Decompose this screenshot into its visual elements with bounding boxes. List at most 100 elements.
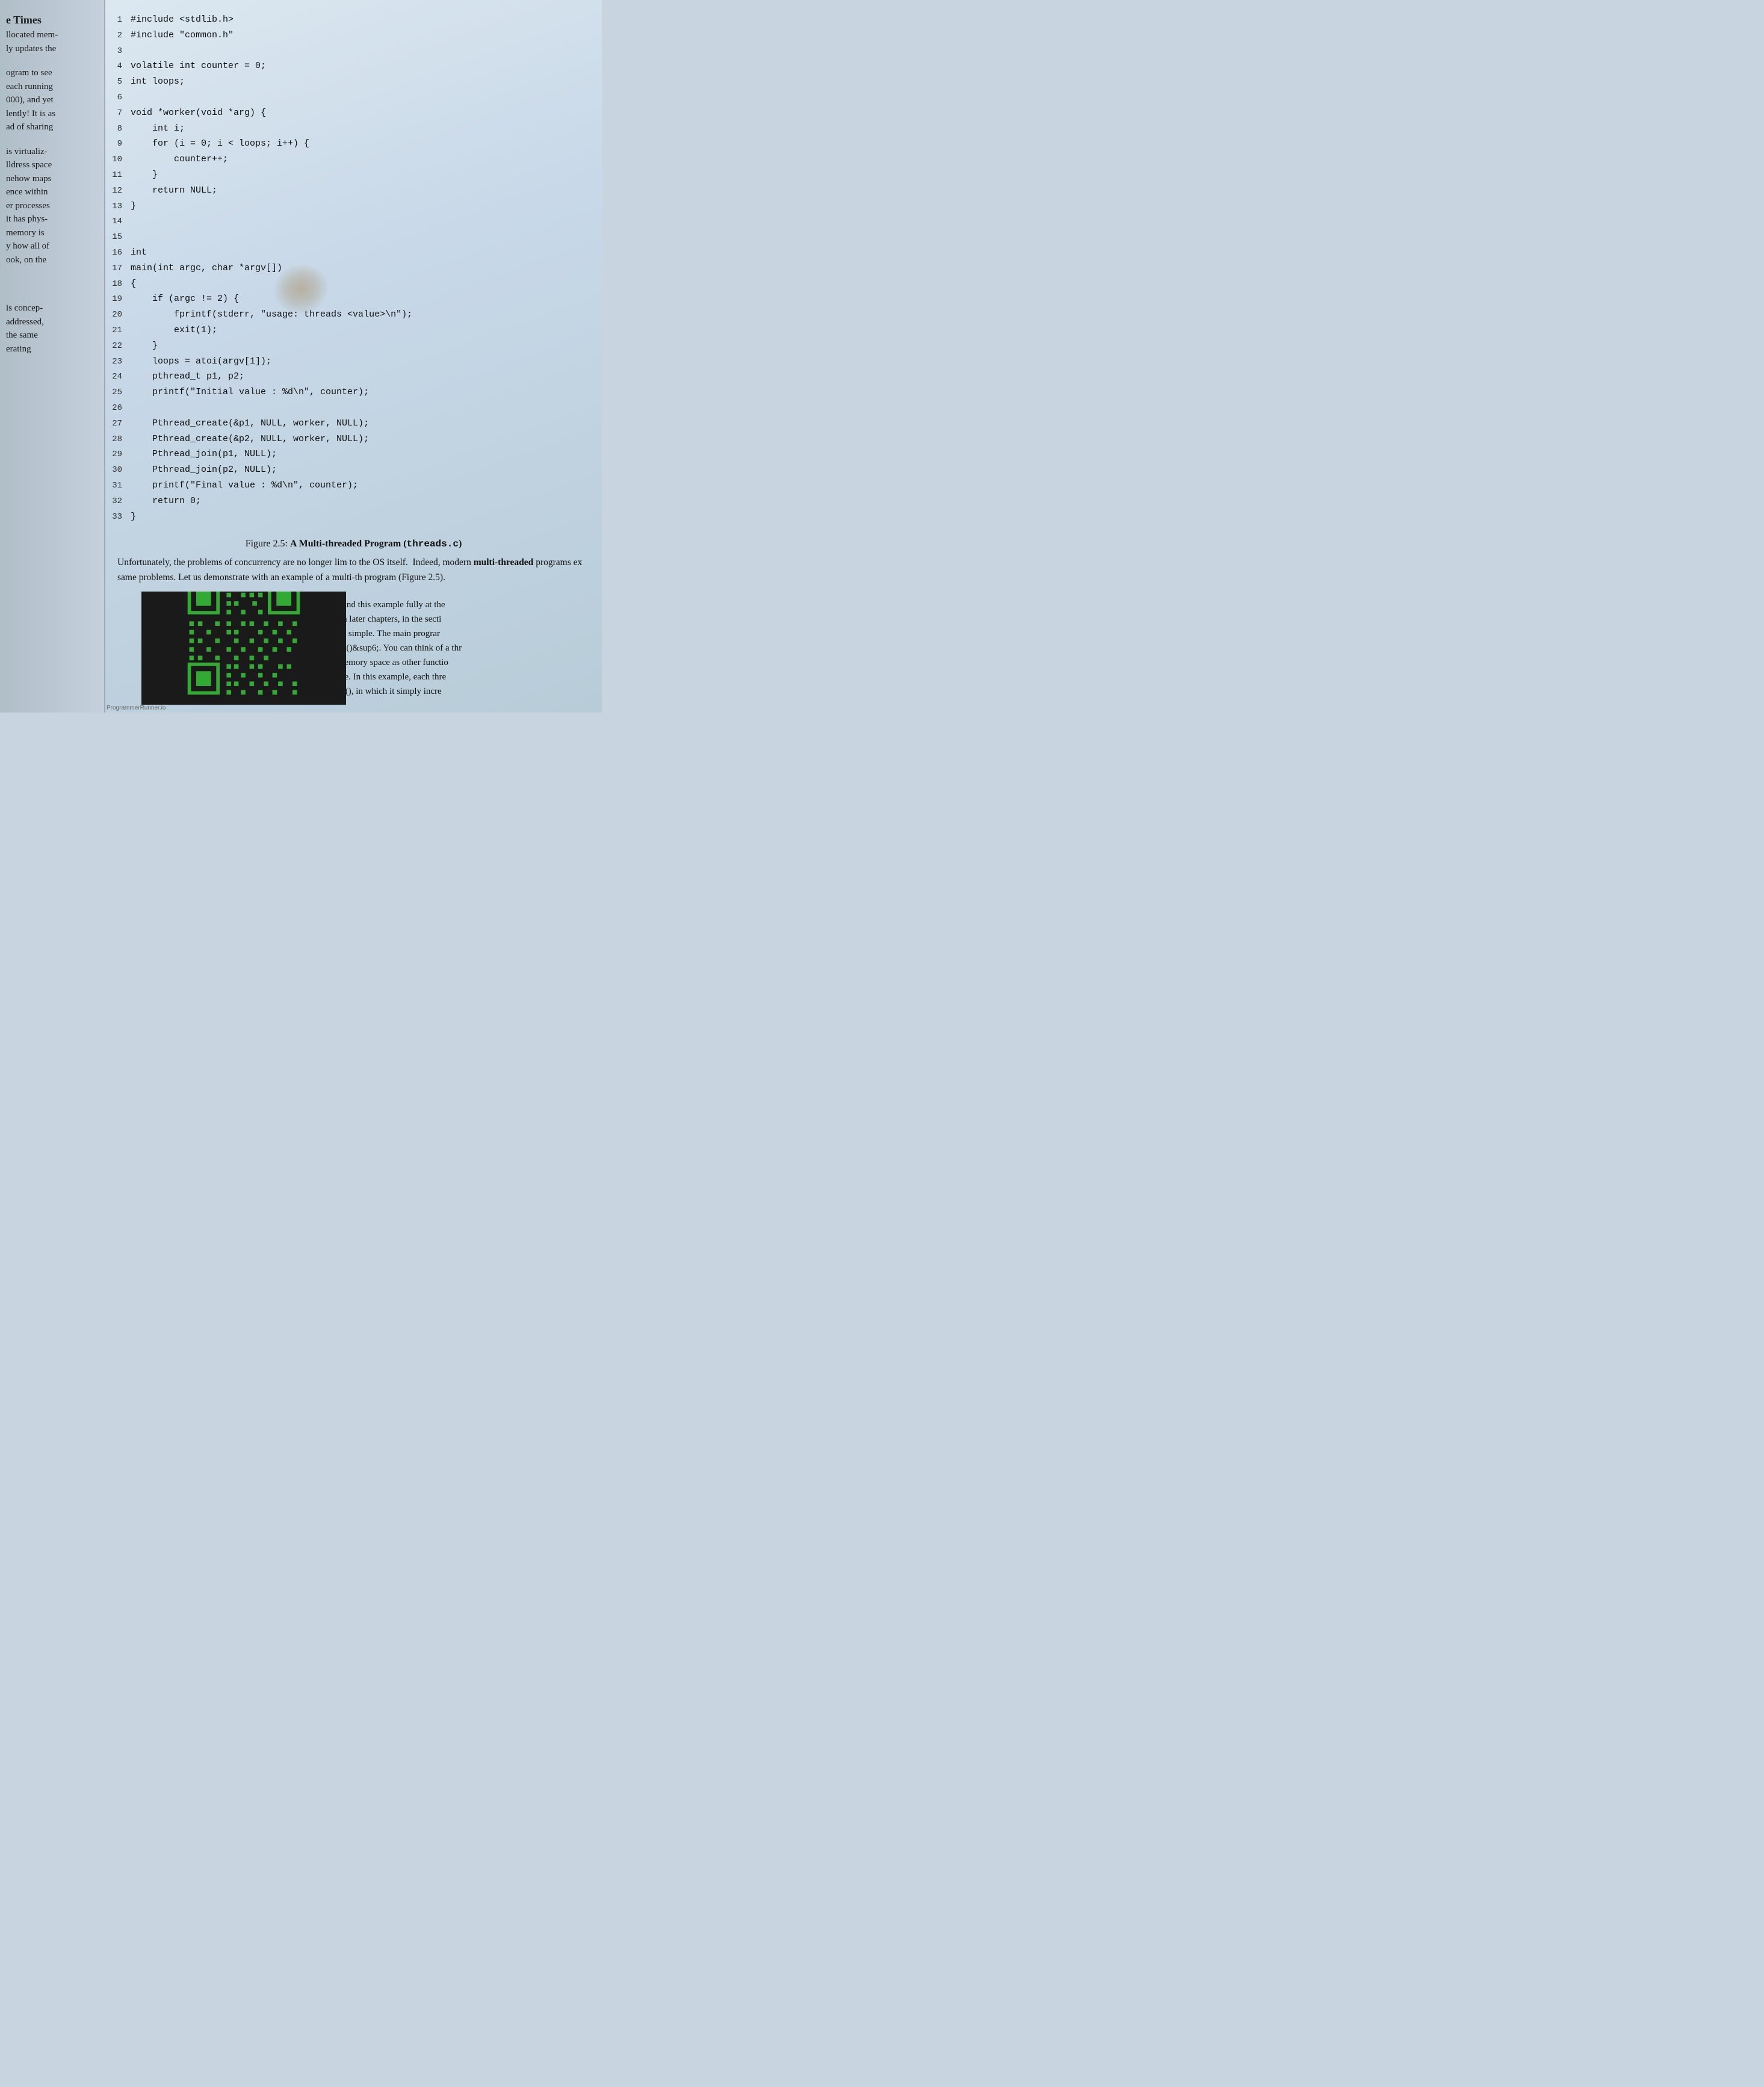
line-number: 30 [105, 463, 131, 478]
code-text: Pthread_join(p2, NULL); [131, 462, 590, 478]
right-page: 1 #include <stdlib.h> 2 #include "common… [105, 0, 602, 713]
code-line-20: 20 fprintf(stderr, "usage: threads <valu… [105, 307, 590, 323]
code-text [131, 90, 590, 105]
code-line-7: 7 void *worker(void *arg) { [105, 105, 590, 121]
line-number: 25 [105, 386, 131, 400]
code-line-19: 19 if (argc != 2) { [105, 291, 590, 307]
left-line: the same [6, 329, 98, 342]
code-line-12: 12 return NULL; [105, 183, 590, 199]
code-text: volatile int counter = 0; [131, 58, 590, 74]
left-line: llocated mem- [6, 28, 98, 42]
code-text: int loops; [131, 74, 590, 90]
qr-code [184, 592, 304, 699]
left-line: ogram to see [6, 66, 98, 80]
line-number: 11 [105, 169, 131, 183]
code-line-22: 22 } [105, 338, 590, 354]
code-line-11: 11 } [105, 167, 590, 183]
code-line-16: 16 int [105, 245, 590, 261]
code-text: int [131, 245, 590, 261]
code-text: } [131, 509, 590, 525]
line-number: 3 [105, 45, 131, 59]
left-line: ly updates the [6, 42, 98, 56]
code-line-9: 9 for (i = 0; i < loops; i++) { [105, 136, 590, 152]
left-text-block-4: is concep- addressed, the same erating [6, 301, 98, 356]
left-text-block-3: is virtualiz- lldress space nehow maps e… [6, 145, 98, 267]
code-line-10: 10 counter++; [105, 152, 590, 167]
code-line-4: 4 volatile int counter = 0; [105, 58, 590, 74]
code-text: { [131, 276, 590, 292]
code-text [131, 214, 590, 229]
code-text: } [131, 338, 590, 354]
line-number: 6 [105, 91, 131, 105]
left-line: 000), and yet [6, 93, 98, 107]
figure-code: threads.c [407, 539, 459, 549]
left-line: is virtualiz- [6, 145, 98, 159]
left-line: addressed, [6, 315, 98, 329]
code-text: printf("Final value : %d\n", counter); [131, 478, 590, 493]
code-text: loops = atoi(argv[1]); [131, 354, 590, 369]
left-line: memory is [6, 226, 98, 240]
line-number: 12 [105, 184, 131, 199]
left-line: ence within [6, 185, 98, 199]
line-number: 27 [105, 417, 131, 431]
code-text: #include <stdlib.h> [131, 12, 590, 28]
code-line-27: 27 Pthread_create(&p1, NULL, worker, NUL… [105, 416, 590, 431]
code-text: Pthread_create(&p2, NULL, worker, NULL); [131, 431, 590, 447]
code-line-6: 6 [105, 90, 590, 105]
code-text: int i; [131, 121, 590, 137]
code-line-1: 1 #include <stdlib.h> [105, 12, 590, 28]
code-text: for (i = 0; i < loops; i++) { [131, 136, 590, 152]
code-text: fprintf(stderr, "usage: threads <value>\… [131, 307, 590, 323]
line-number: 22 [105, 339, 131, 354]
line-number: 16 [105, 246, 131, 261]
line-number: 13 [105, 200, 131, 214]
code-line-2: 2 #include "common.h" [105, 28, 590, 43]
line-number: 9 [105, 137, 131, 152]
bold-text: multi-threaded [474, 557, 534, 567]
left-line: it has phys- [6, 212, 98, 226]
code-line-8: 8 int i; [105, 121, 590, 137]
code-line-30: 30 Pthread_join(p2, NULL); [105, 462, 590, 478]
code-text [131, 43, 590, 59]
left-line: lently! It is as [6, 107, 98, 121]
code-line-18: 18 { [105, 276, 590, 292]
body-text-1: Unfortunately, the problems of concurren… [105, 555, 602, 592]
code-line-23: 23 loops = atoi(argv[1]); [105, 354, 590, 369]
left-line: ook, on the [6, 253, 98, 267]
line-number: 17 [105, 262, 131, 276]
line-number: 28 [105, 433, 131, 447]
code-text: Pthread_create(&p1, NULL, worker, NULL); [131, 416, 590, 431]
line-number: 14 [105, 215, 131, 229]
line-number: 24 [105, 370, 131, 385]
left-line: ad of sharing [6, 120, 98, 134]
code-text: return NULL; [131, 183, 590, 199]
left-line: nehow maps [6, 172, 98, 186]
code-line-31: 31 printf("Final value : %d\n", counter)… [105, 478, 590, 493]
left-heading: e Times [6, 12, 98, 28]
line-number: 23 [105, 355, 131, 369]
line-number: 33 [105, 510, 131, 525]
code-text: main(int argc, char *argv[]) [131, 261, 590, 276]
code-text: return 0; [131, 493, 590, 509]
code-text [131, 400, 590, 416]
line-number: 26 [105, 401, 131, 416]
code-line-5: 5 int loops; [105, 74, 590, 90]
code-line-13: 13 } [105, 199, 590, 214]
line-number: 2 [105, 29, 131, 43]
code-line-32: 32 return 0; [105, 493, 590, 509]
line-number: 32 [105, 495, 131, 509]
line-number: 20 [105, 308, 131, 323]
code-line-17: 17 main(int argc, char *argv[]) [105, 261, 590, 276]
left-line: is concep- [6, 301, 98, 315]
code-line-15: 15 [105, 229, 590, 245]
code-line-3: 3 [105, 43, 590, 59]
code-line-29: 29 Pthread_join(p1, NULL); [105, 447, 590, 462]
line-number: 1 [105, 13, 131, 28]
code-line-25: 25 printf("Initial value : %d\n", counte… [105, 385, 590, 400]
line-number: 5 [105, 75, 131, 90]
code-text: pthread_t p1, p2; [131, 369, 590, 385]
code-text: void *worker(void *arg) { [131, 105, 590, 121]
code-text [131, 229, 590, 245]
figure-caption: Figure 2.5: A Multi-threaded Program (th… [117, 539, 590, 549]
code-text: if (argc != 2) { [131, 291, 590, 307]
